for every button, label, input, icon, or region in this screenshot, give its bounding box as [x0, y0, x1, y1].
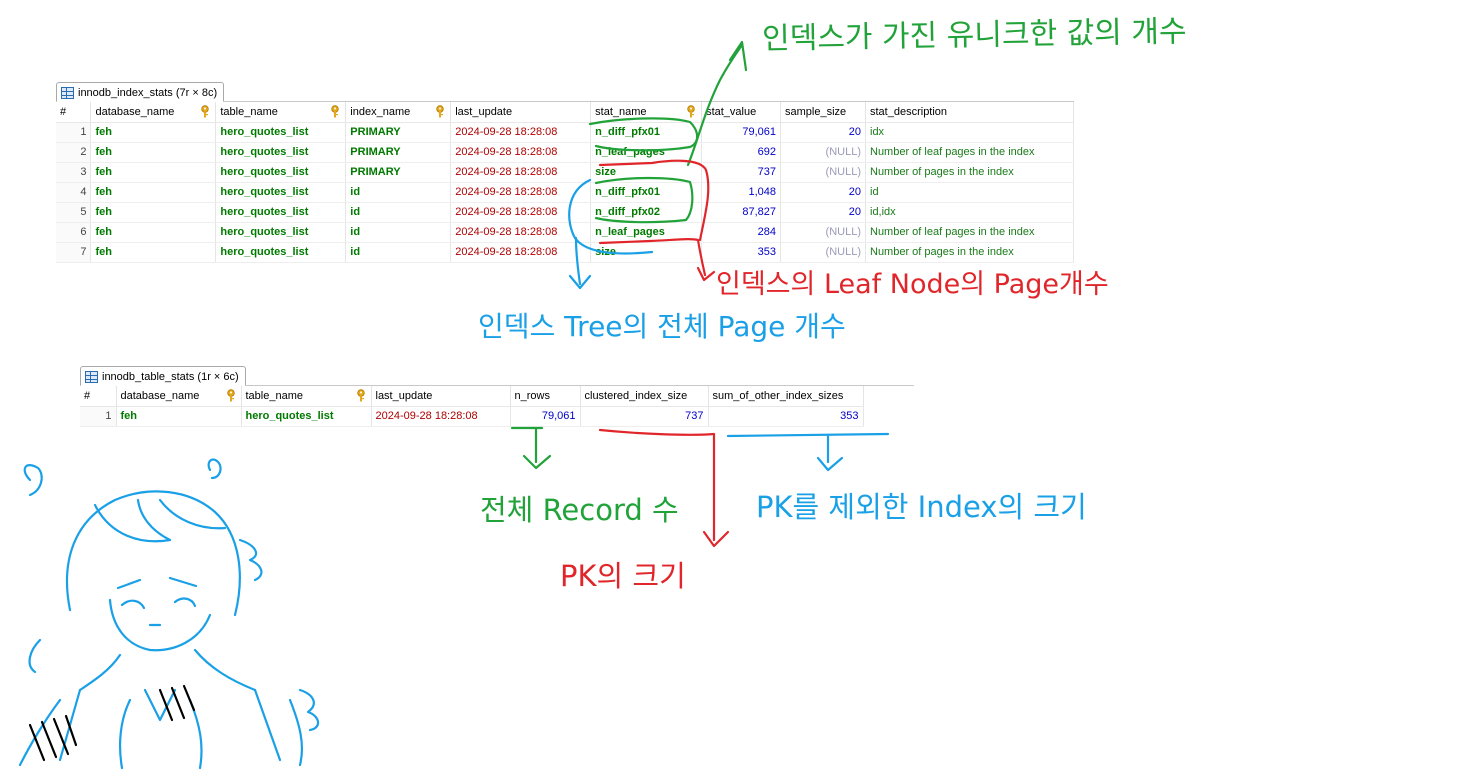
annotation-total-pages: 인덱스 Tree의 전체 Page 개수 — [478, 310, 846, 343]
annotation-other-index-size: PK를 제외한 Index의 크기 — [756, 490, 1087, 524]
green-annotation-strokes — [510, 40, 748, 470]
blue-arrowhead-bottom — [816, 456, 844, 472]
green-bracket-n-rows — [510, 426, 544, 464]
red-arrowhead-bottom — [702, 530, 730, 548]
character-doodle — [18, 458, 320, 770]
annotation-total-records: 전체 Record 수 — [480, 493, 679, 527]
annotation-unique-values: 인덱스가 가진 유니크한 값의 개수 — [761, 14, 1187, 57]
red-underline-row-6 — [598, 238, 707, 277]
character-hatching — [28, 684, 196, 762]
red-arrowhead-right — [696, 266, 716, 282]
blue-bracket-other-index — [726, 432, 890, 464]
green-arrowhead-top — [728, 40, 748, 72]
annotation-leaf-pages: 인덱스의 Leaf Node의 Page개수 — [716, 269, 1109, 300]
green-box-stat-rows-4-5 — [594, 176, 694, 224]
annotation-pk-size: PK의 크기 — [560, 559, 686, 593]
blue-arrow-down — [574, 236, 582, 286]
annotation-layer — [18, 40, 890, 770]
green-arrow-up — [686, 43, 744, 167]
green-box-stat-row-1 — [588, 117, 699, 152]
